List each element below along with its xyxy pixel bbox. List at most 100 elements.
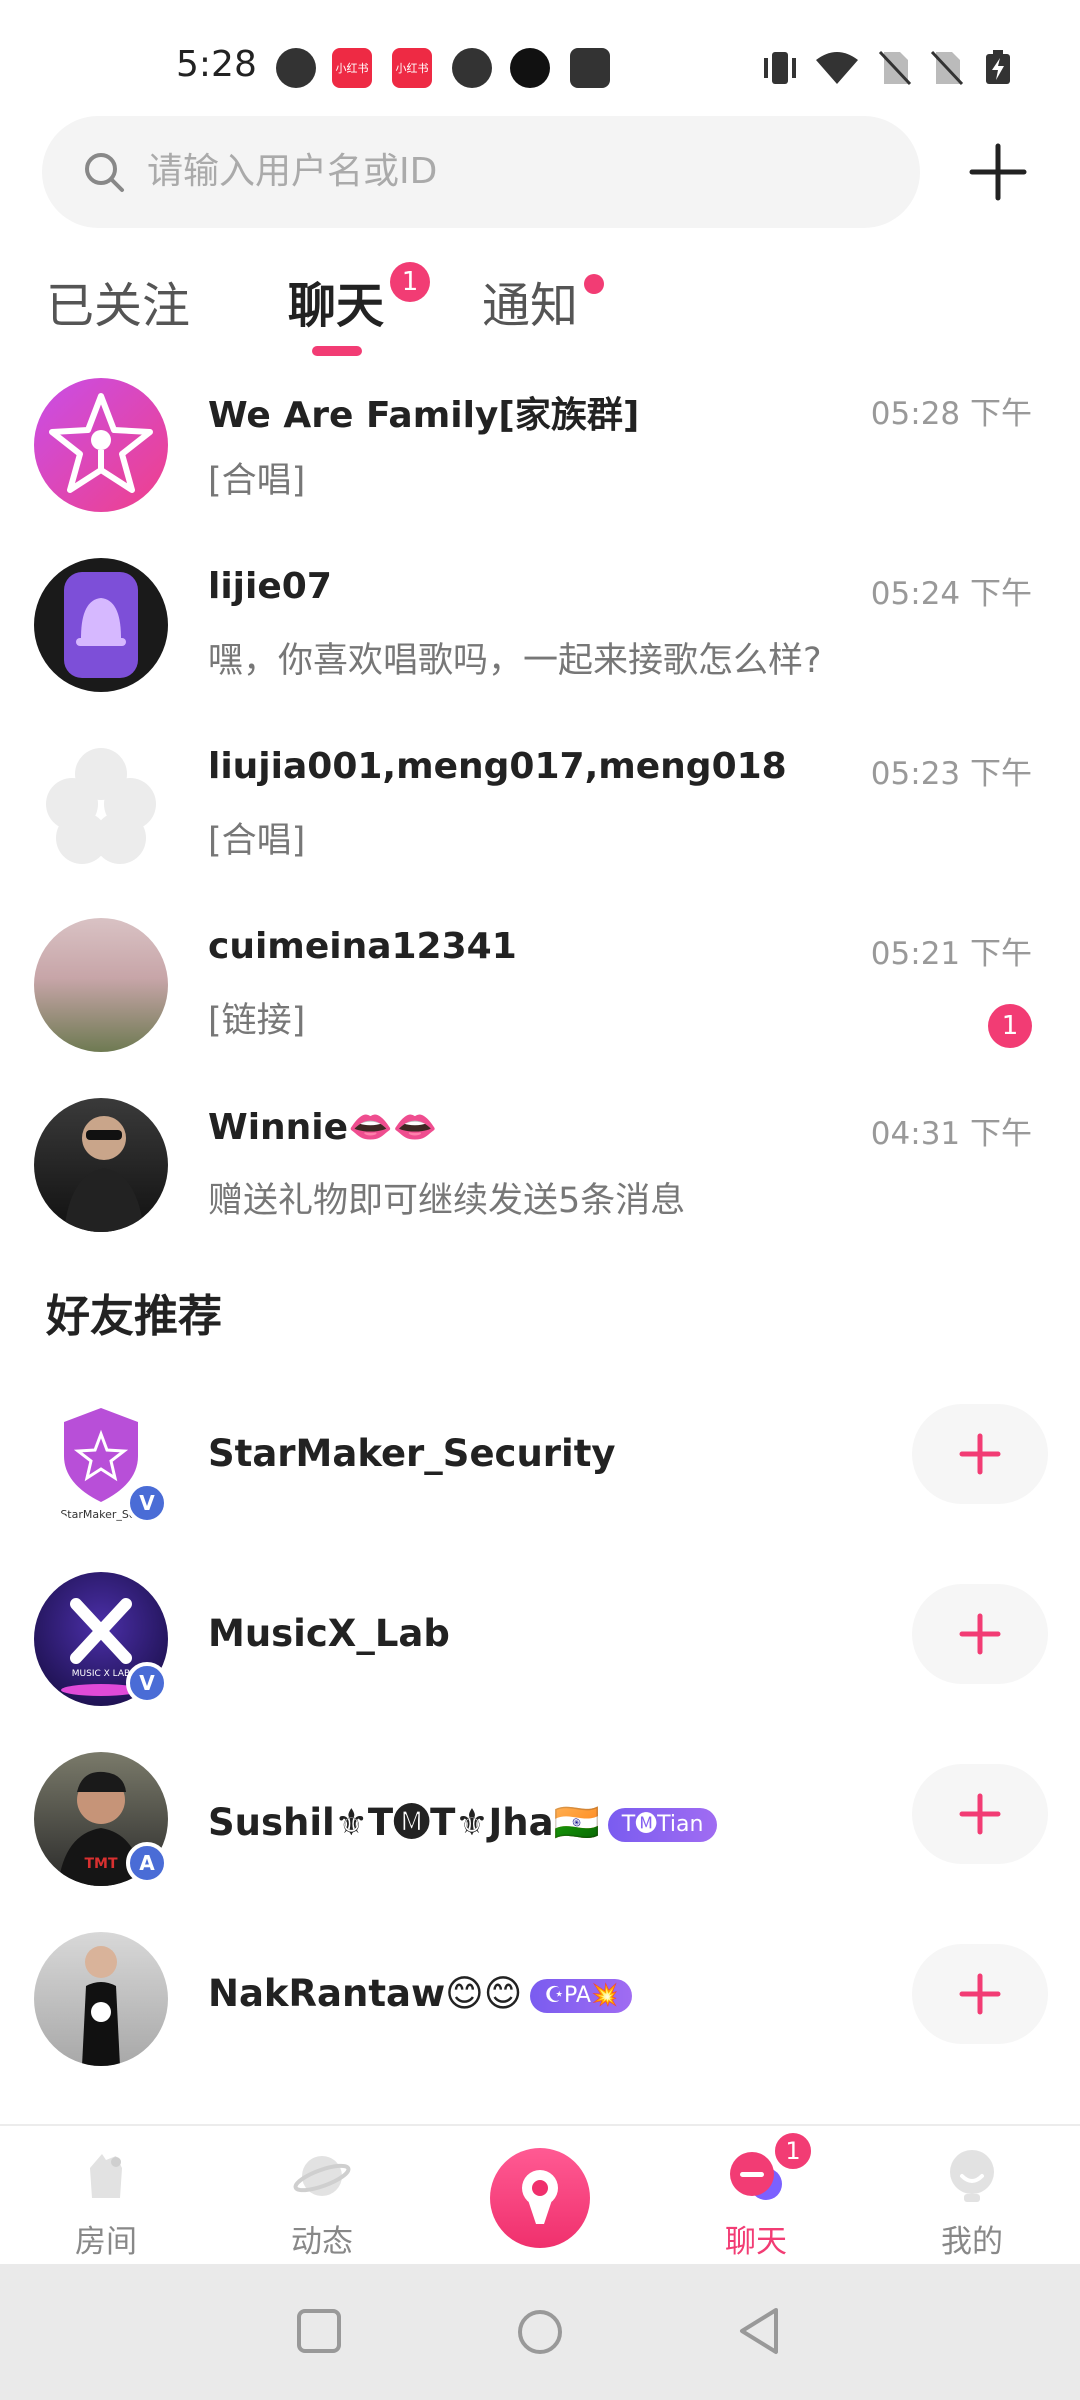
recommendation-item[interactable]: NakRantaw😊😊 ☪PA💥	[0, 1932, 1080, 2102]
follow-button[interactable]	[912, 1764, 1048, 1864]
add-icon[interactable]	[968, 142, 1028, 202]
chat-time: 04:31 下午	[870, 1116, 1032, 1152]
bottom-nav: 房间 动态 聊天 1 我的	[0, 2124, 1080, 2264]
chat-time: 05:21 下午	[870, 936, 1032, 972]
user-tag: ☪PA💥	[530, 1978, 633, 2013]
section-title: 好友推荐	[46, 1291, 222, 1342]
chat-item[interactable]: We Are Family[家族群] [合唱] 05:28 下午	[0, 366, 1080, 546]
xiaohongshu-icon: 小红书	[392, 48, 432, 88]
tab-active-indicator	[312, 346, 362, 356]
chat-item[interactable]: cuimeina12341 [链接] 05:21 下午 1	[0, 906, 1080, 1086]
chat-preview: [合唱]	[208, 821, 306, 861]
plus-icon	[959, 1613, 1001, 1655]
recommendation-name-text: Sushil⚜T🅜T⚜Jha🇮🇳	[208, 1801, 600, 1844]
status-time: 5:28	[176, 44, 257, 85]
status-bar: 5:28 小红书 小红书	[0, 0, 1080, 130]
wifi-icon	[816, 52, 858, 84]
notification-dot	[584, 274, 604, 294]
search-icon	[85, 153, 124, 192]
system-nav-bar	[0, 2264, 1080, 2400]
tab-chat-badge: 1	[390, 262, 430, 302]
chat-item[interactable]: lijie07 嘿，你喜欢唱歌吗，一起来接歌怎么样? 05:24 下午	[0, 546, 1080, 726]
no-sim-icon	[930, 50, 964, 86]
nav-label: 聊天	[725, 2224, 787, 2260]
follow-button[interactable]	[912, 1584, 1048, 1684]
avatar	[34, 558, 168, 692]
avatar	[34, 378, 168, 512]
chat-time: 05:24 下午	[870, 576, 1032, 612]
chat-item[interactable]: Winnie👄👄 赠送礼物即可继续发送5条消息 04:31 下午	[0, 1086, 1080, 1266]
group-icon	[46, 748, 156, 864]
nav-moments[interactable]: 动态	[252, 2142, 392, 2262]
planet-icon	[293, 2156, 351, 2196]
unread-badge: 1	[988, 1004, 1032, 1048]
user-tag: T🅜Tian	[607, 1807, 718, 1842]
verified-badge: V	[126, 1482, 168, 1524]
chat-preview: [链接]	[208, 1001, 306, 1041]
tab-chat[interactable]: 聊天	[288, 266, 384, 336]
follow-button[interactable]	[912, 1404, 1048, 1504]
tab-bar: 已关注 聊天 1 通知	[0, 250, 1080, 360]
chat-time: 05:28 下午	[870, 396, 1032, 432]
facebook-icon	[452, 48, 492, 88]
chat-name: lijie07	[208, 566, 332, 607]
recommendation-name: NakRantaw😊😊 ☪PA💥	[208, 1972, 633, 2015]
vibrate-icon	[764, 52, 796, 84]
chat-name: Winnie👄👄	[208, 1107, 438, 1148]
wallet-icon	[570, 48, 610, 88]
home-icon[interactable]	[516, 2308, 564, 2356]
follow-button[interactable]	[912, 1944, 1048, 2044]
avatar-text: MUSIC X LAB	[72, 1669, 130, 1679]
nav-profile[interactable]: 我的	[902, 2142, 1042, 2262]
sing-button[interactable]	[490, 2148, 590, 2248]
avatar	[34, 1098, 168, 1232]
recommendation-name-text: NakRantaw😊😊	[208, 1972, 523, 2015]
recommendation-name: MusicX_Lab	[208, 1612, 450, 1655]
microphone-icon	[522, 2170, 558, 2224]
avatar	[34, 1932, 168, 2066]
star-mic-icon	[49, 393, 153, 493]
plus-icon	[959, 1973, 1001, 2015]
recents-icon[interactable]	[296, 2308, 342, 2354]
pinterest-icon	[276, 48, 316, 88]
verified-badge: V	[126, 1662, 168, 1704]
recommendation-item[interactable]: TMT A Sushil⚜T🅜T⚜Jha🇮🇳 T🅜Tian	[0, 1752, 1080, 1922]
chat-name: cuimeina12341	[208, 926, 517, 967]
nav-label: 动态	[291, 2224, 353, 2260]
back-icon[interactable]	[736, 2306, 784, 2356]
tab-following[interactable]: 已关注	[46, 266, 190, 336]
recommendation-item[interactable]: MUSIC X LAB V MusicX_Lab	[0, 1572, 1080, 1742]
nav-chat-badge: 1	[772, 2130, 814, 2172]
chat-time: 05:23 下午	[870, 756, 1032, 792]
profile-icon	[950, 2150, 994, 2202]
chat-item[interactable]: liujia001,meng017,meng018 [合唱] 05:23 下午	[0, 726, 1080, 906]
person-icon	[82, 1946, 120, 2066]
rooms-icon	[90, 2154, 122, 2198]
recommendation-name: Sushil⚜T🅜T⚜Jha🇮🇳 T🅜Tian	[208, 1792, 718, 1846]
plus-icon	[959, 1433, 1001, 1475]
recommendation-name: StarMaker_Security	[208, 1432, 616, 1475]
chat-preview: 嘿，你喜欢唱歌吗，一起来接歌怎么样?	[208, 641, 822, 681]
bell-icon	[64, 572, 138, 678]
search-bar[interactable]	[42, 116, 920, 228]
search-row	[0, 112, 1080, 232]
nav-label: 我的	[941, 2224, 1003, 2260]
tab-notifications[interactable]: 通知	[482, 266, 578, 336]
plus-icon	[959, 1793, 1001, 1835]
chat-preview: [合唱]	[208, 461, 306, 501]
nav-rooms[interactable]: 房间	[36, 2142, 176, 2262]
nav-label: 房间	[75, 2224, 137, 2260]
group-avatar	[34, 738, 168, 872]
chat-preview: 赠送礼物即可继续发送5条消息	[208, 1181, 686, 1221]
person-icon	[64, 1116, 144, 1232]
recommendation-item[interactable]: StarMaker_Sec V StarMaker_Security	[0, 1392, 1080, 1562]
search-input[interactable]	[147, 146, 847, 196]
chat-name: We Are Family[家族群]	[208, 395, 640, 436]
avatar	[34, 918, 168, 1052]
avatar-text: TMT	[84, 1856, 117, 1872]
xiaohongshu-icon: 小红书	[332, 48, 372, 88]
creator-badge: A	[126, 1842, 168, 1884]
no-sim-icon	[878, 50, 912, 86]
battery-charging-icon	[986, 50, 1010, 84]
chat-name: liujia001,meng017,meng018	[208, 746, 787, 787]
